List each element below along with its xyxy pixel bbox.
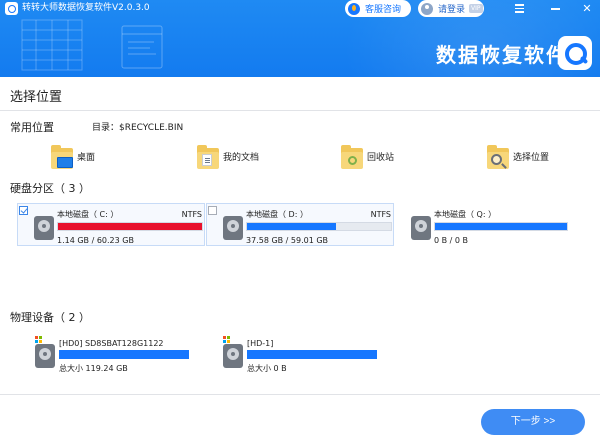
recycle-folder-icon xyxy=(341,145,363,171)
app-header: 转转大师数据恢复软件V2.0.3.0 客服咨询 请登录 VIP ✕ 数据恢复软件 xyxy=(0,0,600,77)
location-documents[interactable]: 我的文档 xyxy=(197,143,259,173)
partition-size: 1.14 GB / 60.23 GB xyxy=(57,236,134,245)
partition-d[interactable]: 本地磁盘（ D: ） NTFS 37.58 GB / 59.01 GB xyxy=(206,203,394,246)
partition-c[interactable]: 本地磁盘（ C: ） NTFS 1.14 GB / 60.23 GB xyxy=(17,203,205,246)
partition-name: 本地磁盘（ D: ） xyxy=(246,210,308,219)
hard-disk-icon xyxy=(223,216,243,240)
vip-badge: VIP xyxy=(469,4,483,13)
location-label: 我的文档 xyxy=(223,153,260,163)
browse-folder-icon xyxy=(487,145,509,171)
support-button[interactable]: 客服咨询 xyxy=(345,0,411,17)
partitions-title: 硬盘分区（ 3 ） xyxy=(10,182,90,195)
close-icon: ✕ xyxy=(582,2,592,15)
login-button[interactable]: 请登录 VIP xyxy=(418,0,484,17)
windows-logo-icon xyxy=(35,336,43,344)
divider-bottom xyxy=(0,394,600,395)
app-logo-icon xyxy=(5,2,18,15)
location-label: 桌面 xyxy=(77,153,96,163)
minimize-button[interactable] xyxy=(546,0,566,17)
hard-disk-icon xyxy=(34,216,54,240)
partition-checkbox[interactable] xyxy=(19,206,28,215)
support-label: 客服咨询 xyxy=(365,5,402,15)
support-icon xyxy=(348,2,360,15)
hard-disk-icon xyxy=(35,344,55,368)
close-button[interactable]: ✕ xyxy=(577,0,597,17)
partition-checkbox[interactable] xyxy=(208,206,217,215)
partition-size: 37.58 GB / 59.01 GB xyxy=(246,236,329,245)
device-bar xyxy=(247,350,377,359)
partition-filesystem: NTFS xyxy=(370,210,391,219)
device-size: 总大小 0 B xyxy=(247,364,287,373)
partition-usage-bar xyxy=(57,222,203,231)
desktop-folder-icon xyxy=(51,145,73,171)
common-locations-title: 常用位置 xyxy=(10,121,54,134)
partition-usage-bar xyxy=(246,222,392,231)
devices-title: 物理设备（ 2 ） xyxy=(10,311,90,324)
device-name: [HD-1] xyxy=(247,339,274,348)
header-decoration-window-icon xyxy=(121,25,163,69)
menu-button[interactable] xyxy=(510,0,530,17)
user-avatar-icon xyxy=(421,2,433,15)
location-label: 回收站 xyxy=(367,153,395,163)
usage-fill xyxy=(247,223,337,230)
next-button[interactable]: 下一步 >> xyxy=(481,409,585,435)
location-recycle-bin[interactable]: 回收站 xyxy=(341,143,394,173)
device-name: [HD0] SD8SBAT128G1122 xyxy=(59,339,164,348)
device-bar xyxy=(59,350,189,359)
location-label: 选择位置 xyxy=(513,153,550,163)
usage-fill xyxy=(435,223,567,230)
documents-folder-icon xyxy=(197,145,219,171)
device-size: 总大小 119.24 GB xyxy=(59,364,128,373)
page-title: 选择位置 xyxy=(10,90,63,105)
location-desktop[interactable]: 桌面 xyxy=(51,143,95,173)
partition-size: 0 B / 0 B xyxy=(434,236,469,245)
login-label: 请登录 xyxy=(438,5,466,15)
header-decoration-grid-icon xyxy=(21,19,83,71)
device-hd-1[interactable]: [HD-1] 总大小 0 B xyxy=(223,332,383,378)
partition-q[interactable]: 本地磁盘（ Q: ） 0 B / 0 B xyxy=(394,203,582,246)
menu-icon xyxy=(515,4,524,15)
current-directory-label: 目录：$RECYCLE.BIN xyxy=(92,123,184,133)
location-browse[interactable]: 选择位置 xyxy=(487,143,549,173)
partition-name: 本地磁盘（ Q: ） xyxy=(434,210,497,219)
device-hd0[interactable]: [HD0] SD8SBAT128G1122 总大小 119.24 GB xyxy=(35,332,195,378)
partition-usage-bar xyxy=(434,222,568,231)
minimize-icon xyxy=(551,8,560,10)
partition-name: 本地磁盘（ C: ） xyxy=(57,210,119,219)
usage-fill xyxy=(58,223,202,230)
search-logo-icon xyxy=(558,36,592,70)
hard-disk-icon xyxy=(411,216,431,240)
partition-filesystem: NTFS xyxy=(181,210,202,219)
app-title: 转转大师数据恢复软件V2.0.3.0 xyxy=(22,3,150,13)
windows-logo-icon xyxy=(223,336,231,344)
brand-text: 数据恢复软件 xyxy=(436,43,568,67)
divider-top xyxy=(0,110,600,111)
hard-disk-icon xyxy=(223,344,243,368)
